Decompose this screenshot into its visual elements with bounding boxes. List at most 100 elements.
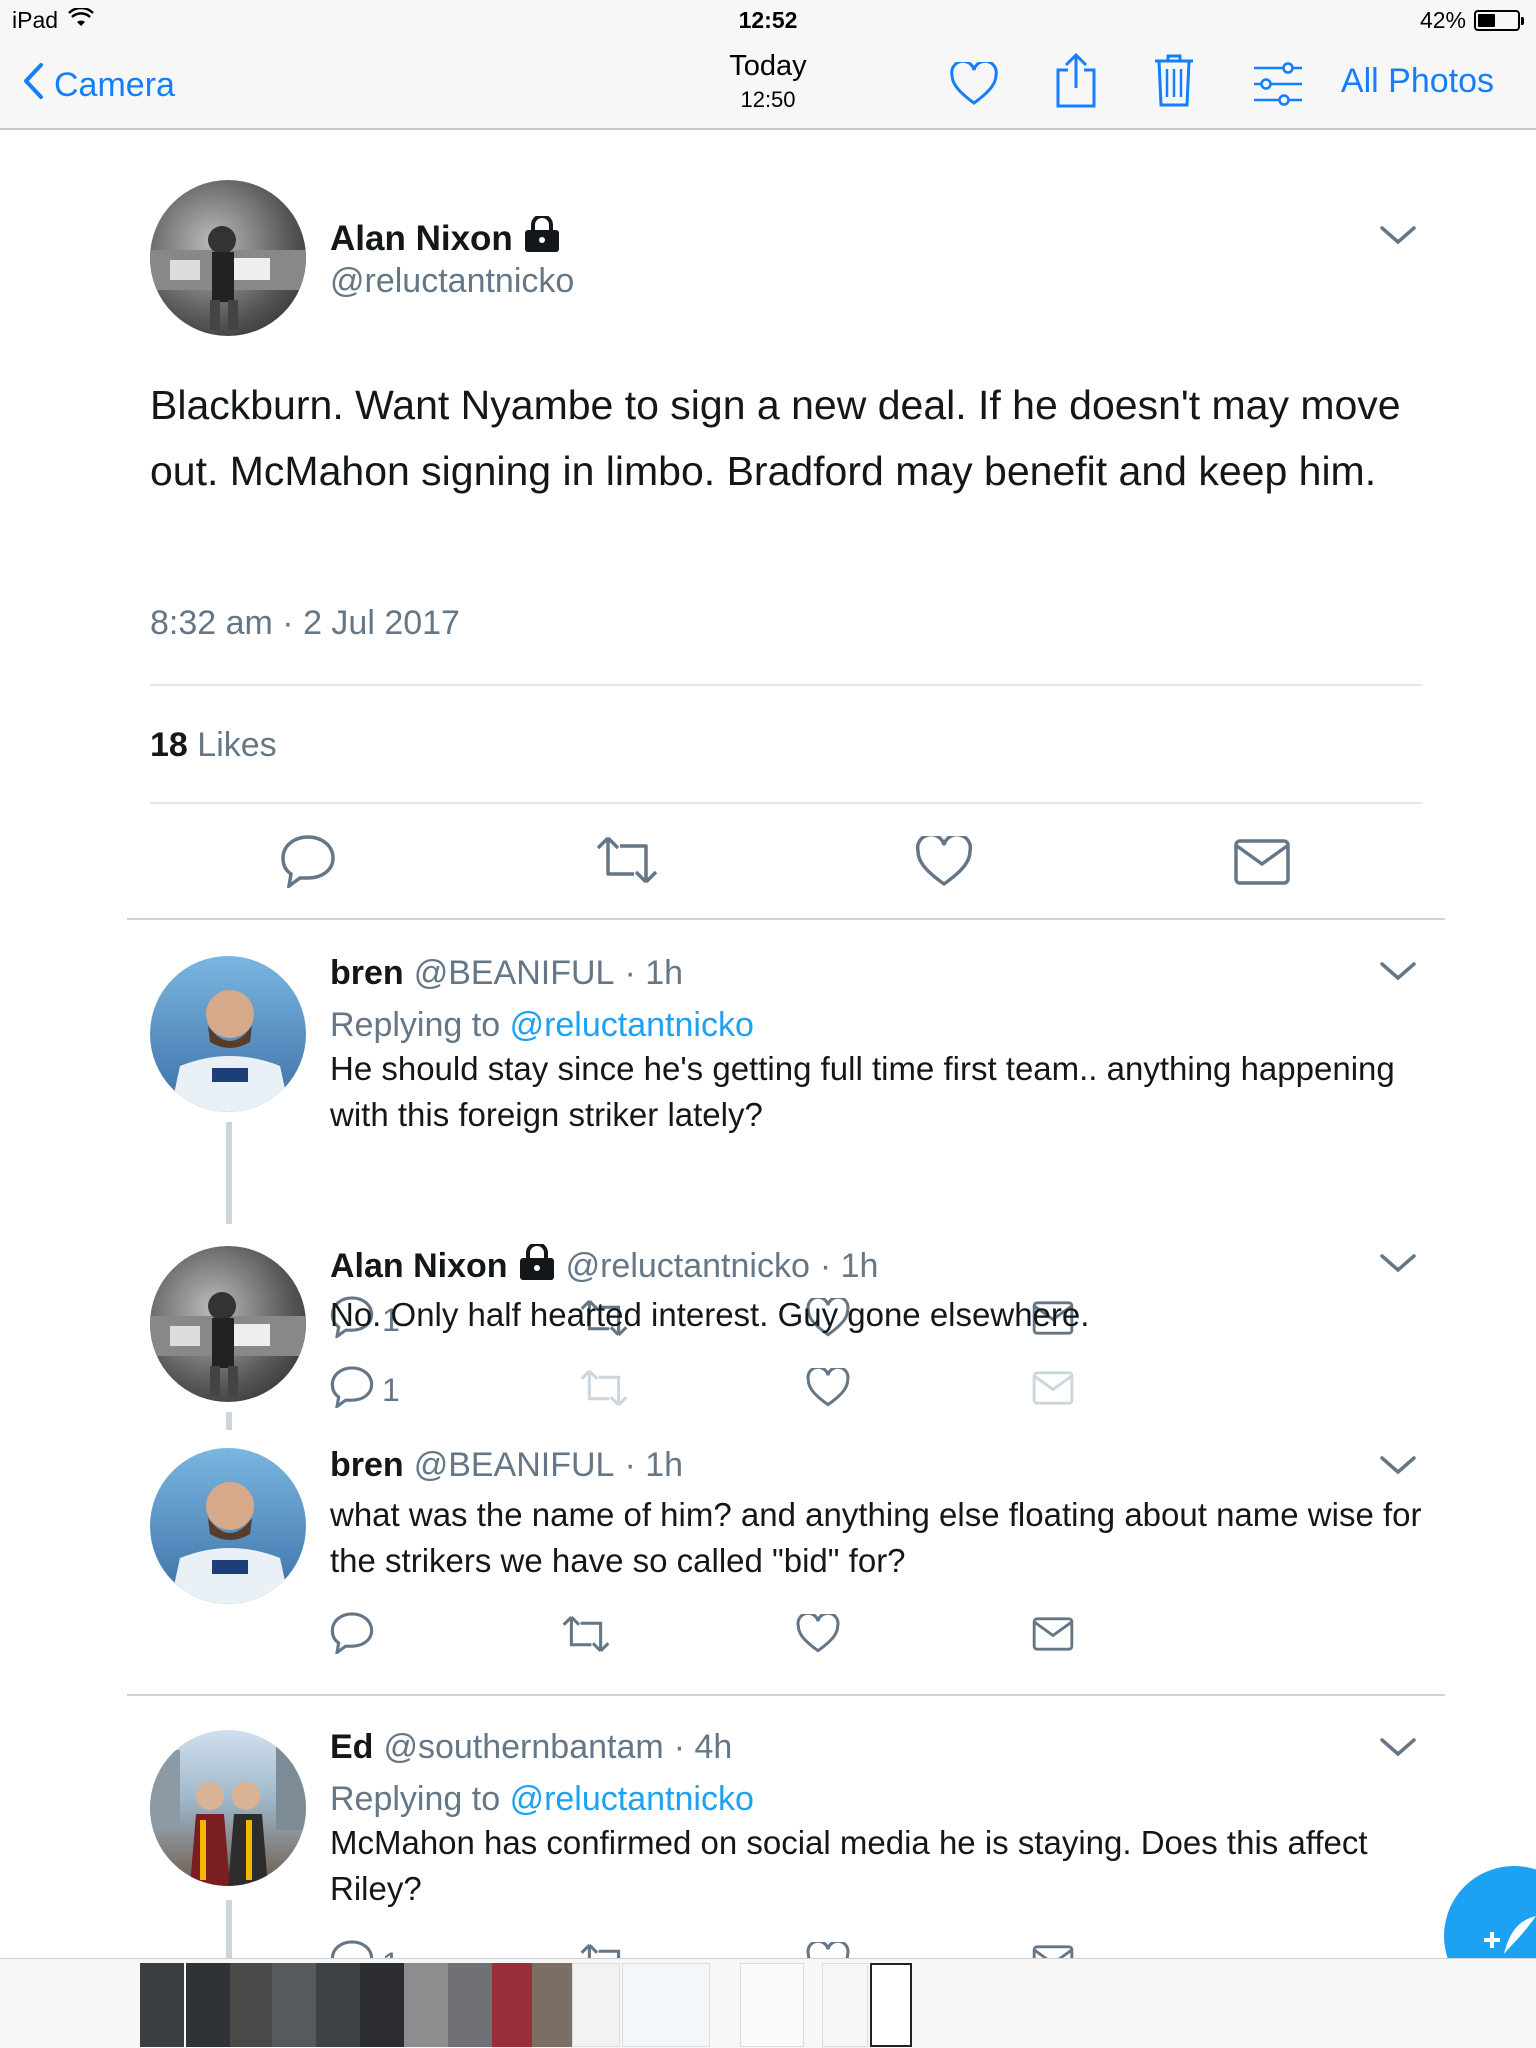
reply-button[interactable]: 1 — [330, 1364, 400, 1416]
photo-thumbnail-selected[interactable] — [870, 1963, 912, 2047]
like-button[interactable] — [806, 1939, 850, 1958]
replying-to-handle[interactable]: @reluctantnicko — [510, 1006, 754, 1044]
likes-label: Likes — [197, 726, 277, 764]
reply-button[interactable]: 1 — [330, 1938, 400, 1958]
reply-icon — [330, 1364, 374, 1416]
retweet-button-disabled[interactable] — [578, 1368, 630, 1416]
avatar-bren[interactable] — [150, 1448, 306, 1604]
reply-button[interactable] — [330, 1610, 382, 1662]
heart-icon — [806, 1365, 850, 1416]
like-button[interactable] — [915, 832, 973, 896]
reply-count: 1 — [382, 1371, 400, 1408]
divider — [127, 918, 1445, 920]
avatar-bren[interactable] — [150, 956, 306, 1112]
like-button[interactable] — [806, 1365, 850, 1416]
reply-menu-chevron-down-icon[interactable] — [1378, 1248, 1418, 1278]
photo-thumbnail[interactable] — [186, 1963, 230, 2047]
battery-icon — [1474, 10, 1524, 31]
envelope-icon — [1032, 1616, 1074, 1660]
reply-menu-chevron-down-icon[interactable] — [1378, 956, 1418, 986]
photo-thumbnail[interactable] — [140, 1963, 184, 2047]
photo-content: Alan Nixon @reluctantnicko Blackburn. Wa… — [0, 132, 1536, 1958]
message-button[interactable] — [1233, 838, 1291, 894]
retweet-icon — [578, 1368, 630, 1416]
adjust-icon[interactable] — [1248, 54, 1308, 114]
reply-author-name[interactable]: Alan Nixon — [330, 1247, 508, 1286]
divider — [150, 802, 1422, 804]
favorite-heart-icon[interactable] — [944, 54, 1004, 114]
reply-text: what was the name of him? and anything e… — [330, 1496, 1422, 1579]
reply-icon — [280, 832, 336, 896]
status-bar: iPad 12:52 42% — [0, 0, 1536, 40]
message-button[interactable] — [1032, 1944, 1074, 1958]
reply-header: Alan Nixon @reluctantnicko · 1h — [330, 1242, 878, 1289]
reply-author-handle[interactable]: @BEANIFUL — [414, 1446, 615, 1485]
reply-author-name[interactable]: Ed — [330, 1728, 373, 1767]
replying-to-handle[interactable]: @reluctantnicko — [510, 1780, 754, 1818]
retweet-icon — [578, 1942, 630, 1958]
message-button-disabled[interactable] — [1032, 1370, 1074, 1414]
replying-to-prefix: Replying to — [330, 1006, 501, 1044]
avatar-alan-nixon[interactable] — [150, 180, 306, 336]
retweet-button[interactable] — [594, 834, 660, 894]
like-button[interactable] — [796, 1611, 840, 1662]
thread-line — [226, 1412, 232, 1430]
tweet-menu-chevron-down-icon[interactable] — [1378, 220, 1418, 250]
reply-age: · 4h — [673, 1728, 733, 1766]
photo-thumbnail[interactable] — [360, 1963, 404, 2047]
reply-button[interactable] — [280, 832, 336, 896]
photo-thumbnail[interactable] — [492, 1963, 532, 2047]
photo-thumbnail[interactable] — [572, 1963, 620, 2047]
main-tweet-timestamp[interactable]: 8:32 am · 2 Jul 2017 — [150, 604, 460, 643]
photo-thumbnail-strip — [0, 1958, 1536, 2048]
photo-thumbnail[interactable] — [272, 1963, 316, 2047]
reply-text: He should stay since he's getting full t… — [330, 1050, 1395, 1133]
compose-tweet-button[interactable] — [1444, 1866, 1536, 1958]
all-photos-button[interactable]: All Photos — [1341, 62, 1494, 101]
retweet-icon — [560, 1614, 612, 1662]
reply-icon — [330, 1610, 374, 1662]
envelope-icon — [1032, 1944, 1074, 1958]
compose-feather-icon — [1482, 1914, 1536, 1958]
main-tweet-author[interactable]: Alan Nixon — [330, 214, 561, 261]
photo-thumbnail[interactable] — [822, 1963, 868, 2047]
photo-thumbnail[interactable] — [622, 1963, 710, 2047]
reply-author-handle[interactable]: @southernbantam — [383, 1728, 663, 1767]
photo-thumbnail[interactable] — [230, 1963, 272, 2047]
replying-to: Replying to @reluctantnicko — [330, 1780, 754, 1819]
reply-count: 1 — [382, 1946, 400, 1959]
photo-thumbnail[interactable] — [448, 1963, 492, 2047]
photo-thumbnail[interactable] — [740, 1963, 804, 2047]
reply-author-name[interactable]: bren — [330, 1446, 404, 1485]
photo-thumbnail[interactable] — [316, 1963, 360, 2047]
reply-menu-chevron-down-icon[interactable] — [1378, 1450, 1418, 1480]
retweet-icon — [594, 834, 660, 894]
battery-percent: 42% — [1419, 7, 1466, 33]
reply-menu-chevron-down-icon[interactable] — [1378, 1732, 1418, 1762]
avatar-ed[interactable] — [150, 1730, 306, 1886]
photo-thumbnail[interactable] — [532, 1963, 572, 2047]
message-button[interactable] — [1032, 1616, 1074, 1660]
likes-count[interactable]: 18 Likes — [150, 726, 277, 765]
retweet-button[interactable] — [560, 1614, 612, 1662]
reply-author-name[interactable]: bren — [330, 954, 404, 993]
replying-to-prefix: Replying to — [330, 1780, 501, 1818]
reply-icon — [330, 1938, 374, 1958]
likes-number: 18 — [150, 726, 188, 764]
share-icon[interactable] — [1046, 50, 1106, 110]
reply-author-handle[interactable]: @reluctantnicko — [566, 1247, 810, 1286]
author-name: Alan Nixon — [330, 218, 513, 258]
heart-icon — [806, 1939, 850, 1958]
trash-icon[interactable] — [1144, 50, 1204, 110]
reply-author-handle[interactable]: @BEANIFUL — [414, 954, 615, 993]
thread-line — [226, 1122, 232, 1224]
photo-thumbnail[interactable] — [404, 1963, 448, 2047]
author-handle[interactable]: @reluctantnicko — [330, 262, 574, 301]
reply-age: · 1h — [624, 1446, 684, 1484]
replying-to: Replying to @reluctantnicko — [330, 1006, 754, 1045]
retweet-button[interactable] — [578, 1942, 630, 1958]
thread-line — [226, 1900, 232, 1958]
heart-icon — [796, 1611, 840, 1662]
avatar-alan-nixon[interactable] — [150, 1246, 306, 1402]
lock-icon — [523, 214, 561, 261]
